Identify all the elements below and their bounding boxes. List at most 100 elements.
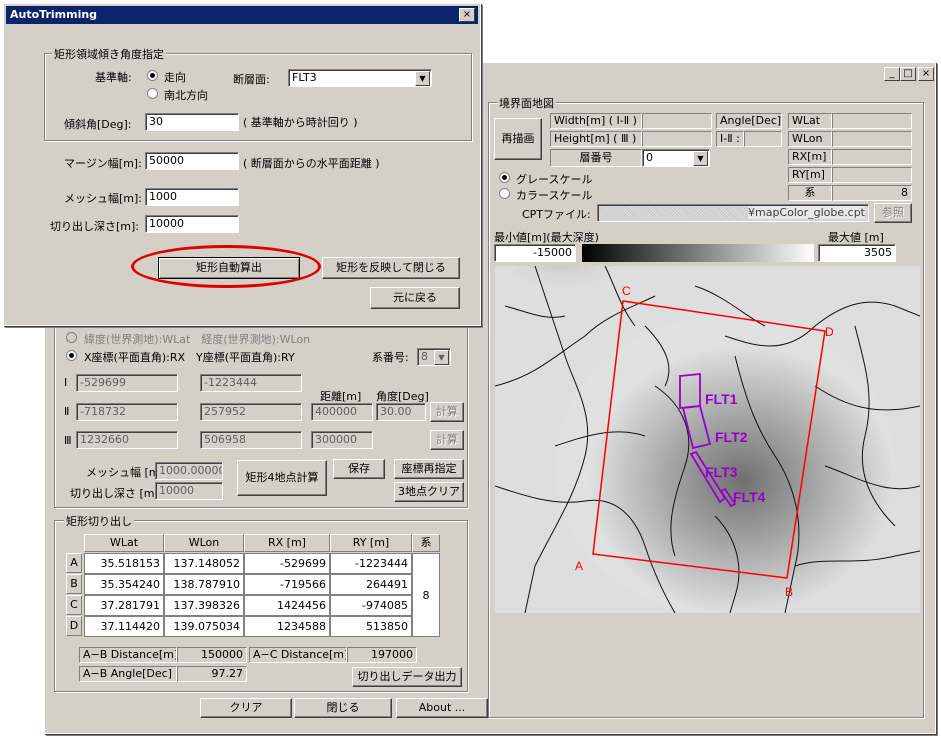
coord-respecify-button[interactable]: 座標再指定 [394, 459, 464, 479]
angle-field[interactable]: 30.00 [376, 403, 426, 421]
radio-xy[interactable] [66, 350, 77, 361]
apply-and-close-button[interactable]: 矩形を反映して閉じる [322, 257, 460, 279]
p1-y-field[interactable]: -1223444 [200, 374, 302, 392]
export-cut-data-button[interactable]: 切り出しデータ出力 [352, 667, 462, 687]
col-header-wlat: WLat [84, 534, 164, 552]
revert-button[interactable]: 元に戻る [370, 287, 460, 309]
table-cell: 513850 [330, 616, 412, 637]
radio-strike[interactable] [147, 70, 158, 81]
layer-value: 0 [646, 151, 653, 164]
browse-button[interactable]: 参照 [874, 203, 912, 223]
p3-y-field[interactable]: 506958 [200, 431, 302, 449]
table-cell: 1234588 [244, 616, 330, 637]
table-cell: -529699 [244, 553, 330, 574]
margin-input[interactable]: 50000 [145, 152, 239, 170]
sys-number-select[interactable]: 8 ▼ [417, 348, 451, 366]
p2-y-field[interactable]: 257952 [200, 403, 302, 421]
col-header-rx: RX [m] [244, 534, 330, 552]
table-cell: 138.787910 [164, 574, 244, 595]
ry-label: RY[m] [788, 167, 832, 183]
flt2-label: FLT2 [715, 429, 748, 445]
angle-spec-title: 矩形領域傾き角度指定 [52, 46, 166, 62]
table-cell: -974085 [330, 595, 412, 616]
fault-plane-label: 断層面: [233, 73, 270, 86]
sys-value: 8 [832, 185, 912, 201]
width-label: Width[m] ( Ⅰ-Ⅱ ) [550, 113, 642, 129]
roman-two: Ⅱ [64, 405, 70, 418]
wlat-label: WLat [788, 113, 832, 129]
radio-xy-label: X座標(平面直角):RX Y座標(平面直角):RY [84, 351, 295, 364]
minimize-button[interactable]: _ [884, 67, 900, 81]
radio-north-south-label: 南北方向 [164, 89, 208, 102]
ry-value [832, 167, 912, 183]
p1-x-field[interactable]: -529699 [76, 374, 178, 392]
radio-latlon[interactable] [66, 332, 77, 343]
table-cell: 264491 [330, 574, 412, 595]
ac-distance-label: A−C Distance[m] [249, 647, 347, 663]
table-cell: -719566 [244, 574, 330, 595]
height-label: Height[m] ( Ⅲ ) [550, 131, 642, 147]
row-label-b: B [66, 574, 82, 594]
chevron-down-icon: ▼ [693, 151, 708, 166]
corner-label-b: B [785, 585, 793, 599]
mesh-width-input[interactable]: 1000 [145, 188, 239, 206]
clear-button[interactable]: クリア [200, 698, 292, 718]
col-header-wlon: WLon [164, 534, 244, 552]
table-cell: -1223444 [330, 553, 412, 574]
flt4-label: FLT4 [733, 489, 766, 505]
sys-number-label: 系番号: [372, 351, 409, 364]
cut-depth-input[interactable]: 10000 [145, 215, 239, 233]
max-value-label: 最大値 [m] [828, 231, 884, 244]
rect-cut-title: 矩形切り出し [64, 513, 134, 529]
radio-north-south[interactable] [147, 88, 158, 99]
distance-header: 距離[m] [320, 390, 362, 403]
dialog-title: AutoTrimming [10, 8, 98, 21]
incline-input[interactable]: 30 [145, 113, 239, 131]
radio-colorscale-label: カラースケール [516, 189, 593, 202]
depth-field[interactable]: 10000 [155, 482, 223, 500]
dialog-titlebar: AutoTrimming [6, 6, 478, 24]
close-button[interactable]: × [918, 67, 934, 81]
distance2-field[interactable]: 300000 [311, 431, 373, 449]
radio-grayscale[interactable] [499, 172, 510, 183]
corner-label-c: C [622, 284, 631, 298]
cpt-file-field[interactable]: ¥mapColor_globe.cpt [597, 204, 869, 222]
about-button[interactable]: About ... [396, 698, 488, 718]
calc-button-1[interactable]: 計算 [430, 402, 464, 422]
fault-plane-value: FLT3 [292, 71, 317, 84]
maximize-button[interactable]: □ [900, 67, 916, 81]
p2-x-field[interactable]: -718732 [76, 403, 178, 421]
redraw-button[interactable]: 再描画 [494, 118, 542, 160]
close-main-button[interactable]: 閉じる [294, 698, 392, 718]
margin-label: マージン幅[m]: [64, 157, 142, 170]
row-label-c: C [66, 595, 82, 615]
roman-one: Ⅰ [64, 376, 68, 389]
chevron-down-icon: ▼ [434, 350, 449, 365]
rect4-calc-button[interactable]: 矩形4地点計算 [237, 460, 327, 496]
fault-plane-select[interactable]: FLT3 ▼ [288, 69, 432, 87]
radio-colorscale[interactable] [499, 188, 510, 199]
ref-axis-label: 基準軸: [95, 71, 132, 84]
clear-3points-button[interactable]: 3地点クリア [394, 482, 464, 502]
height-value [642, 131, 712, 147]
distance-field[interactable]: 400000 [311, 403, 373, 421]
calc-button-2[interactable]: 計算 [430, 430, 464, 450]
mesh-label: メッシュ幅 [m] [86, 466, 164, 479]
mesh-field[interactable]: 1000.000000 [155, 462, 223, 480]
min-value-field[interactable]: -15000 [494, 244, 576, 262]
row-label-d: D [66, 616, 82, 636]
save-button[interactable]: 保存 [333, 459, 385, 479]
table-cell: 37.281791 [84, 595, 164, 616]
dialog-close-button[interactable]: × [459, 8, 475, 22]
width-value [642, 113, 712, 129]
max-value-field[interactable]: 3505 [818, 244, 896, 262]
table-cell: 35.354240 [84, 574, 164, 595]
cut-depth-label: 切り出し深さ[m]: [50, 220, 140, 233]
wlon-label: WLon [788, 131, 832, 147]
min-value-label: 最小値[m](最大深度) [494, 231, 599, 244]
ab-angle-label: A−B Angle[Dec] [79, 666, 177, 682]
layer-select[interactable]: 0 ▼ [642, 149, 710, 167]
p3-x-field[interactable]: 1232660 [76, 431, 178, 449]
wlat-value [832, 113, 912, 129]
map-canvas[interactable]: C D A B FLT1 FLT2 FLT3 FLT4 [485, 246, 921, 616]
